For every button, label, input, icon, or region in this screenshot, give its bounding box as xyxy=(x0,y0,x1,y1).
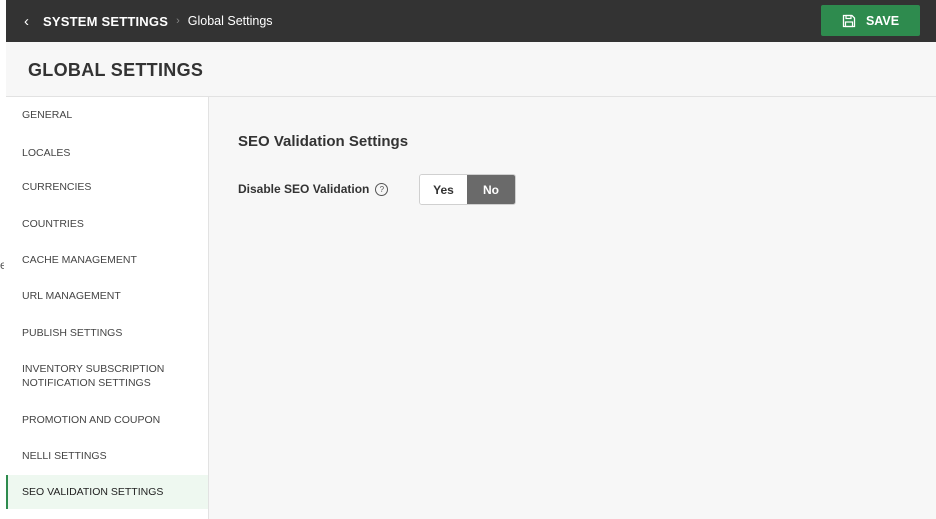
sidebar-item-cache-management[interactable]: CACHE MANAGEMENT xyxy=(6,253,208,267)
sidebar-item-nelli-settings[interactable]: NELLI SETTINGS xyxy=(6,449,208,463)
sidebar-item-label: CURRENCIES xyxy=(22,181,92,193)
sidebar-item-label: SEO VALIDATION SETTINGS xyxy=(22,486,164,498)
sidebar-item-label: PUBLISH SETTINGS xyxy=(22,327,123,339)
chevron-left-icon[interactable]: ‹ xyxy=(24,14,29,29)
sidebar-item-seo-validation-settings[interactable]: SEO VALIDATION SETTINGS xyxy=(6,475,208,509)
sidebar-item-publish-settings[interactable]: PUBLISH SETTINGS xyxy=(6,326,208,340)
toggle-option-no[interactable]: No xyxy=(467,175,515,204)
sidebar-item-label: COUNTRIES xyxy=(22,218,84,230)
sidebar-item-url-management[interactable]: URL MANAGEMENT xyxy=(6,289,208,303)
page-header: GLOBAL SETTINGS xyxy=(6,42,936,97)
window-edge-fragment: e xyxy=(0,258,4,272)
sidebar-item-label: GENERAL xyxy=(22,109,73,121)
sidebar-item-label: LOCALES xyxy=(22,147,71,159)
disable-seo-validation-label: Disable SEO Validation ? xyxy=(238,182,389,196)
sidebar: GENERAL LOCALES CURRENCIES COUNTRIES CAC… xyxy=(6,97,209,519)
toggle-option-yes[interactable]: Yes xyxy=(420,175,467,204)
page-title: GLOBAL SETTINGS xyxy=(28,60,204,80)
section-title: SEO Validation Settings xyxy=(238,133,409,150)
sidebar-item-countries[interactable]: COUNTRIES xyxy=(6,217,208,231)
sidebar-item-inventory-subscription[interactable]: INVENTORY SUBSCRIPTION NOTIFICATION SETT… xyxy=(6,362,208,390)
breadcrumb-current: Global Settings xyxy=(187,14,273,28)
sidebar-item-general[interactable]: GENERAL xyxy=(6,108,208,122)
sidebar-item-label: CACHE MANAGEMENT xyxy=(22,254,137,266)
sidebar-item-label: INVENTORY SUBSCRIPTION xyxy=(22,363,165,375)
sidebar-item-promotion-and-coupon[interactable]: PROMOTION AND COUPON xyxy=(6,413,208,427)
question-circle-icon[interactable]: ? xyxy=(375,182,389,196)
sidebar-item-label-line2: NOTIFICATION SETTINGS xyxy=(22,377,151,389)
sidebar-item-locales[interactable]: LOCALES xyxy=(6,146,208,160)
sidebar-item-label: PROMOTION AND COUPON xyxy=(22,414,161,426)
sidebar-item-label: NELLI SETTINGS xyxy=(22,450,107,462)
field-label-text: Disable SEO Validation xyxy=(238,182,370,196)
save-button[interactable]: SAVE xyxy=(821,5,920,36)
floppy-disk-icon xyxy=(842,14,856,27)
breadcrumb-separator: › xyxy=(176,15,180,27)
breadcrumb-system-settings[interactable]: SYSTEM SETTINGS xyxy=(43,14,168,29)
sidebar-item-currencies[interactable]: CURRENCIES xyxy=(6,180,208,194)
save-button-label: SAVE xyxy=(865,13,900,28)
top-bar: ‹ SYSTEM SETTINGS › Global Settings SAVE xyxy=(6,0,936,42)
disable-seo-validation-toggle: Yes No xyxy=(419,174,516,205)
main-content: SEO Validation Settings Disable SEO Vali… xyxy=(209,97,936,519)
sidebar-item-label: URL MANAGEMENT xyxy=(22,290,121,302)
